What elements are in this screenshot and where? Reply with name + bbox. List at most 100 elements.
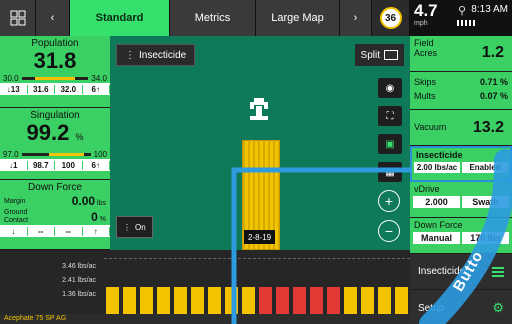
- vehicle-view-button[interactable]: ▣: [378, 134, 402, 154]
- down-force-stats: ↓ -- -- ↑: [0, 225, 110, 237]
- section-on-button[interactable]: ⋮ On: [116, 216, 153, 238]
- insecticide-status: Enabled: [462, 162, 508, 173]
- previous-tab-button[interactable]: ‹: [36, 0, 70, 36]
- population-range-bar: [21, 76, 89, 80]
- margin-row: Margin 0.00 lbs: [0, 193, 110, 209]
- map-layer-selector[interactable]: ⋮ Insecticide: [116, 44, 196, 66]
- skips-label: Skips: [414, 77, 437, 87]
- gps-satellite-icon: ⚲: [458, 5, 467, 17]
- singulation-value: 99.2: [26, 120, 70, 145]
- zoom-in-icon: +: [384, 193, 394, 209]
- row-bar: [191, 286, 204, 314]
- vacuum-card[interactable]: Vacuum 13.2: [410, 110, 512, 146]
- row-bar: [378, 286, 391, 314]
- chevron-right-icon: ›: [353, 12, 358, 24]
- center-vehicle-button[interactable]: ◉: [378, 78, 402, 98]
- alert-count-button[interactable]: 36: [372, 0, 410, 36]
- row-bar: [344, 286, 357, 314]
- drag-handle-icon: ⋮: [125, 49, 135, 61]
- field-acres-card[interactable]: Field Acres 1.2: [410, 36, 512, 72]
- singulation-range: 97.0 100: [0, 149, 110, 159]
- population-stat-avg: 31.6: [28, 84, 55, 94]
- down-force-control-card[interactable]: Down Force Manual 170 lbs: [410, 218, 512, 254]
- rate-scale-mid: 2.41 lbs/ac: [62, 277, 96, 284]
- row-bar: [174, 286, 187, 314]
- fullscreen-button[interactable]: ⛶: [378, 106, 402, 126]
- row-bar: [208, 286, 221, 314]
- population-stats: ↓13 31.6 32.0 6↑: [0, 83, 110, 95]
- rate-scale: 3.46 lbs/ac 2.41 lbs/ac 1.36 lbs/ac: [0, 260, 100, 302]
- row-bar: [259, 286, 272, 314]
- vdrive-value: 2.000: [413, 196, 460, 208]
- singulation-min: 97.0: [3, 149, 19, 159]
- ground-contact-label-1: Ground: [4, 209, 28, 216]
- row-rate-bar-graph: 3.46 lbs/ac 2.41 lbs/ac 1.36 lbs/ac Acep…: [0, 250, 410, 324]
- status-bar: 4.7 mph ⚲ 8:13 AM: [410, 0, 512, 36]
- down-force-title: Down Force: [28, 182, 82, 193]
- mults-label: Mults: [414, 91, 436, 101]
- margin-unit: lbs: [97, 200, 106, 207]
- down-force-card[interactable]: Down Force Margin 0.00 lbs Ground Contact…: [0, 180, 110, 250]
- singulation-stats: ↓1 98.7 100 6↑: [0, 159, 110, 171]
- row-bar: [225, 286, 238, 314]
- grid-icon: [10, 10, 25, 26]
- section-on-label: On: [135, 222, 146, 232]
- population-min: 30.0: [3, 73, 19, 83]
- population-stat-high: 6↑: [83, 84, 110, 94]
- zoom-in-button[interactable]: +: [378, 190, 400, 212]
- zoom-out-button[interactable]: −: [378, 220, 400, 242]
- row-bar: [327, 286, 340, 314]
- margin-label: Margin: [4, 197, 26, 205]
- tab-large-map[interactable]: Large Map: [256, 0, 340, 36]
- singulation-stat-avg: 98.7: [28, 160, 55, 170]
- grid-menu-button[interactable]: [0, 0, 36, 36]
- chevron-left-icon: ‹: [50, 12, 55, 24]
- field-map[interactable]: ⋮ Insecticide Split 2-8-19 ◉ ⛶ ▣ ▦ + − ⋮…: [110, 36, 410, 250]
- field-acres-label-2: Acres: [414, 48, 438, 58]
- rate-scale-high: 3.46 lbs/ac: [62, 263, 96, 270]
- singulation-stat-low: ↓1: [0, 160, 28, 170]
- singulation-card[interactable]: Singulation 99.2 % 97.0 100 ↓1 98.7 100 …: [0, 108, 110, 180]
- down-force-stat-high: ↑: [83, 226, 110, 236]
- setup-button[interactable]: Setup ⚙: [410, 290, 512, 324]
- row-bar: [242, 286, 255, 314]
- skips-value: 0.71 %: [479, 77, 508, 87]
- split-label: Split: [360, 49, 380, 61]
- population-value: 31.8: [33, 48, 77, 73]
- calculator-icon: ▦: [385, 166, 395, 178]
- row-bar: [361, 286, 374, 314]
- population-card[interactable]: Population 31.8 30.0 34.0 ↓13 31.6 32.0 …: [0, 36, 110, 108]
- next-tab-button[interactable]: ›: [340, 0, 372, 36]
- hamburger-menu-icon: [492, 266, 504, 277]
- margin-value: 0.00: [71, 194, 96, 208]
- map-date-tag: 2-8-19: [244, 230, 276, 244]
- vdrive-values: 2.000 Swath: [410, 196, 512, 208]
- product-name: Acephate 75 SP AG: [0, 314, 410, 324]
- insecticide-rate: 2.00 lbs/ac: [414, 162, 460, 173]
- calculator-button[interactable]: ▦: [378, 162, 402, 182]
- vdrive-label: vDrive: [414, 184, 440, 194]
- row-bar: [395, 286, 408, 314]
- down-force-stat-low: ↓: [0, 226, 28, 236]
- target-icon: ◉: [385, 82, 395, 94]
- map-layer-label: Insecticide: [139, 49, 187, 61]
- tab-standard[interactable]: Standard: [70, 0, 170, 36]
- ground-contact-row: Ground Contact 0 %: [0, 209, 110, 225]
- singulation-stat-target: 100: [55, 160, 83, 170]
- skips-mults-card[interactable]: Skips 0.71 % Mults 0.07 %: [410, 72, 512, 110]
- row-bar: [123, 286, 136, 314]
- alert-count-badge: 36: [379, 7, 402, 29]
- field-acres-value: 1.2: [481, 44, 504, 61]
- singulation-value-wrap: 99.2 %: [0, 121, 110, 149]
- df-control-value: 170 lbs: [462, 232, 509, 244]
- vdrive-mode: Swath: [462, 196, 509, 208]
- split-view-button[interactable]: Split: [354, 44, 404, 66]
- tab-metrics[interactable]: Metrics: [170, 0, 256, 36]
- top-bar: ‹ Standard Metrics Large Map › 36: [0, 0, 410, 36]
- singulation-range-bar: [21, 152, 91, 156]
- insecticide-card[interactable]: Insecticide 2.00 lbs/ac Enabled: [410, 146, 512, 182]
- vdrive-card[interactable]: vDrive 2.000 Swath: [410, 182, 512, 218]
- ground-contact-value: 0: [91, 210, 98, 224]
- singulation-unit: %: [75, 132, 84, 142]
- insecticide-values: 2.00 lbs/ac Enabled: [412, 162, 510, 173]
